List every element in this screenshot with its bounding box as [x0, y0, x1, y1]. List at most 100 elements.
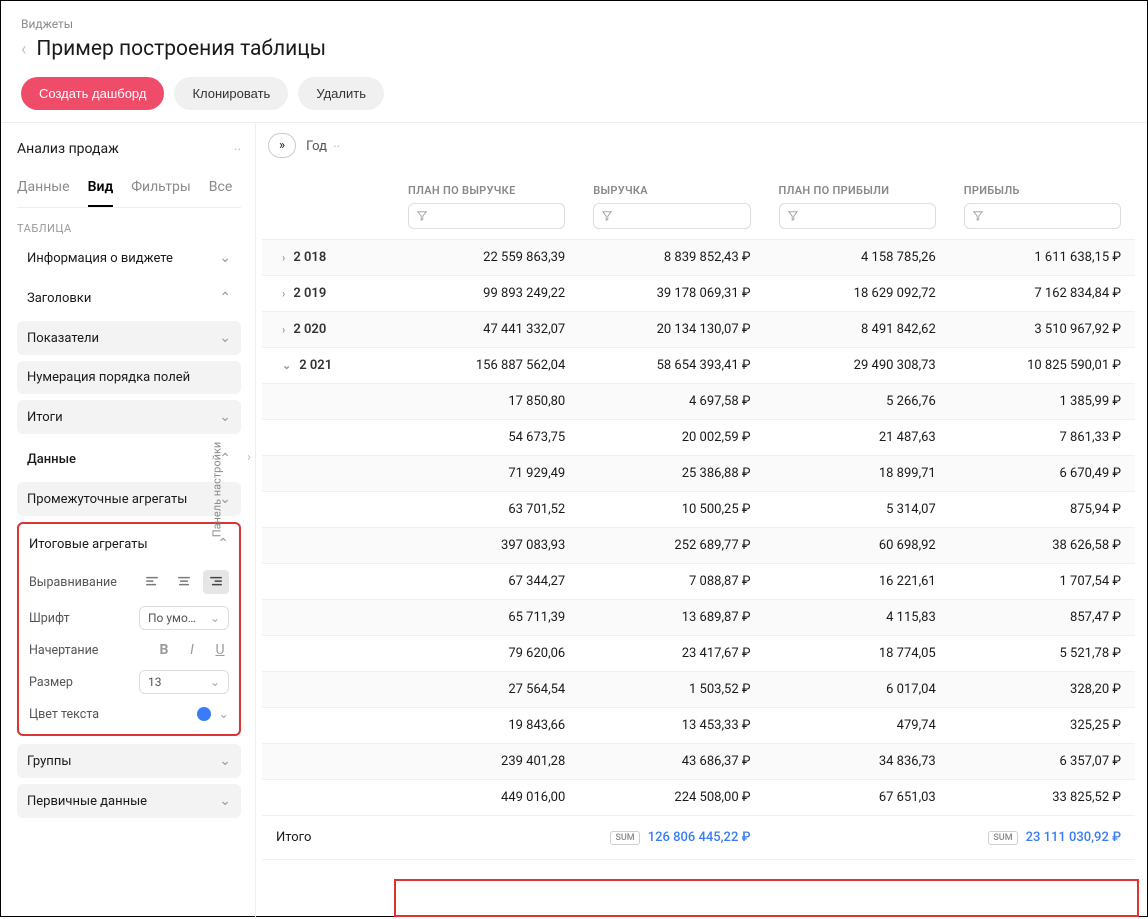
- sidebar-collapse-icon[interactable]: ›: [242, 443, 256, 471]
- acc-headers[interactable]: Заголовки⌃: [17, 281, 241, 315]
- datasource-menu-icon[interactable]: ∙∙: [234, 141, 241, 157]
- level-chip[interactable]: Год∙∙: [306, 138, 340, 154]
- align-label: Выравнивание: [29, 575, 117, 590]
- cell-prof: 1 385,99 ₽: [950, 384, 1135, 420]
- cell-plan-rev: 47 441 332,07: [394, 312, 579, 348]
- text-color-label: Цвет текста: [29, 707, 99, 722]
- create-dashboard-button[interactable]: Создать дашборд: [21, 77, 164, 110]
- cell-rev: 10 500,25 ₽: [579, 492, 764, 528]
- text-color-picker[interactable]: ⌄: [197, 706, 229, 722]
- clone-button[interactable]: Клонировать: [174, 77, 288, 110]
- align-left-button[interactable]: [139, 570, 165, 594]
- acc-groups[interactable]: Группы⌄: [17, 744, 241, 778]
- size-select[interactable]: 13⌄: [139, 670, 229, 694]
- section-data-header[interactable]: Данные⌃: [17, 442, 241, 476]
- back-icon[interactable]: ‹: [21, 39, 26, 60]
- cell-plan-prof: 4 115,83: [765, 600, 950, 636]
- cell-plan-prof: 18 899,71: [765, 456, 950, 492]
- bold-button[interactable]: B: [155, 642, 173, 658]
- footer-plan-rev: [394, 816, 579, 860]
- filter-revenue[interactable]: [593, 203, 750, 229]
- chevron-down-icon: ⌄: [210, 611, 220, 625]
- year-row-toggle[interactable]: ›2 019: [276, 286, 380, 301]
- breadcrumb[interactable]: Виджеты: [21, 17, 1127, 31]
- cell-plan-rev: 239 401,28: [394, 744, 579, 780]
- size-label: Размер: [29, 675, 73, 690]
- italic-button[interactable]: I: [183, 642, 201, 658]
- sum-badge: SUM: [610, 831, 639, 845]
- col-plan-revenue[interactable]: ПЛАН ПО ВЫРУЧКЕ: [394, 168, 579, 203]
- acc-intermediate-aggregates[interactable]: Промежуточные агрегаты⌄: [17, 482, 241, 516]
- chevron-down-icon[interactable]: ⌄: [282, 359, 291, 372]
- acc-numbering[interactable]: Нумерация порядка полей: [17, 361, 241, 394]
- col-plan-profit[interactable]: ПЛАН ПО ПРИБЫЛИ: [765, 168, 950, 203]
- chevron-down-icon: ⌄: [219, 409, 231, 425]
- cell-rev: 13 453,33 ₽: [579, 708, 764, 744]
- filter-plan-revenue[interactable]: [408, 203, 565, 229]
- cell-plan-prof: 4 158 785,26: [765, 240, 950, 276]
- chevron-down-icon: ⌄: [210, 675, 220, 689]
- cell-rev: 7 088,87 ₽: [579, 564, 764, 600]
- cell-prof: 33 825,52 ₽: [950, 780, 1135, 816]
- cell-prof: 1 707,54 ₽: [950, 564, 1135, 600]
- chevron-right-icon[interactable]: ›: [282, 323, 285, 336]
- row-label: [262, 672, 394, 708]
- cell-rev: 252 689,77 ₽: [579, 528, 764, 564]
- row-label: [262, 636, 394, 672]
- align-right-button[interactable]: [203, 570, 229, 594]
- row-label: [262, 564, 394, 600]
- font-style-label: Начертание: [29, 643, 98, 658]
- cell-plan-rev: 67 344,27: [394, 564, 579, 600]
- acc-totals[interactable]: Итоги⌄: [17, 400, 241, 434]
- acc-widget-info[interactable]: Информация о виджете⌄: [17, 241, 241, 275]
- footer-plan-prof: [765, 816, 950, 860]
- delete-button[interactable]: Удалить: [298, 77, 384, 110]
- col-profit[interactable]: ПРИБЫЛЬ: [950, 168, 1135, 203]
- underline-button[interactable]: U: [211, 642, 229, 658]
- datasource-name: Анализ продаж: [17, 141, 119, 157]
- cell-plan-prof: 16 221,61: [765, 564, 950, 600]
- expand-chip[interactable]: »: [268, 133, 296, 158]
- cell-plan-prof: 34 836,73: [765, 744, 950, 780]
- cell-plan-prof: 18 774,05: [765, 636, 950, 672]
- year-row-toggle[interactable]: ›2 020: [276, 322, 380, 337]
- footer-rev-total: SUM126 806 445,22 ₽: [579, 816, 764, 860]
- year-row-toggle[interactable]: ⌄2 021: [276, 358, 380, 373]
- cell-plan-rev: 27 564,54: [394, 672, 579, 708]
- cell-plan-prof: 18 629 092,72: [765, 276, 950, 312]
- acc-final-aggregates[interactable]: Итоговые агрегаты⌃: [25, 530, 233, 558]
- highlight-footer-box: [394, 879, 1139, 917]
- row-label: [262, 384, 394, 420]
- cell-prof: 3 510 967,92 ₽: [950, 312, 1135, 348]
- cell-plan-rev: 156 887 562,04: [394, 348, 579, 384]
- cell-plan-rev: 79 620,06: [394, 636, 579, 672]
- cell-prof: 7 162 834,84 ₽: [950, 276, 1135, 312]
- filter-profit[interactable]: [964, 203, 1121, 229]
- chevron-right-icon[interactable]: ›: [282, 287, 285, 300]
- tab-filters[interactable]: Фильтры: [131, 173, 191, 207]
- tab-view[interactable]: Вид: [88, 173, 114, 207]
- tab-all[interactable]: Все: [209, 173, 232, 207]
- cell-plan-prof: 21 487,63: [765, 420, 950, 456]
- row-label: [262, 708, 394, 744]
- chevron-right-icon[interactable]: ›: [282, 251, 285, 264]
- cell-rev: 4 697,58 ₽: [579, 384, 764, 420]
- chevron-up-icon: ⌃: [219, 290, 231, 306]
- row-label: [262, 780, 394, 816]
- row-label: [262, 744, 394, 780]
- cell-rev: 8 839 852,43 ₽: [579, 240, 764, 276]
- cell-rev: 25 386,88 ₽: [579, 456, 764, 492]
- filter-plan-profit[interactable]: [779, 203, 936, 229]
- more-icon[interactable]: ∙∙: [333, 139, 340, 154]
- col-revenue[interactable]: ВЫРУЧКА: [579, 168, 764, 203]
- tab-data[interactable]: Данные: [17, 173, 70, 207]
- font-select[interactable]: По умо…⌄: [139, 606, 229, 630]
- cell-plan-rev: 54 673,75: [394, 420, 579, 456]
- highlighted-final-aggregates: Итоговые агрегаты⌃ Выравнивание Шрифт По…: [17, 522, 241, 736]
- align-center-button[interactable]: [171, 570, 197, 594]
- acc-indicators[interactable]: Показатели⌄: [17, 321, 241, 355]
- cell-plan-prof: 8 491 842,62: [765, 312, 950, 348]
- year-row-toggle[interactable]: ›2 018: [276, 250, 380, 265]
- cell-prof: 38 626,58 ₽: [950, 528, 1135, 564]
- acc-primary-data[interactable]: Первичные данные⌄: [17, 784, 241, 818]
